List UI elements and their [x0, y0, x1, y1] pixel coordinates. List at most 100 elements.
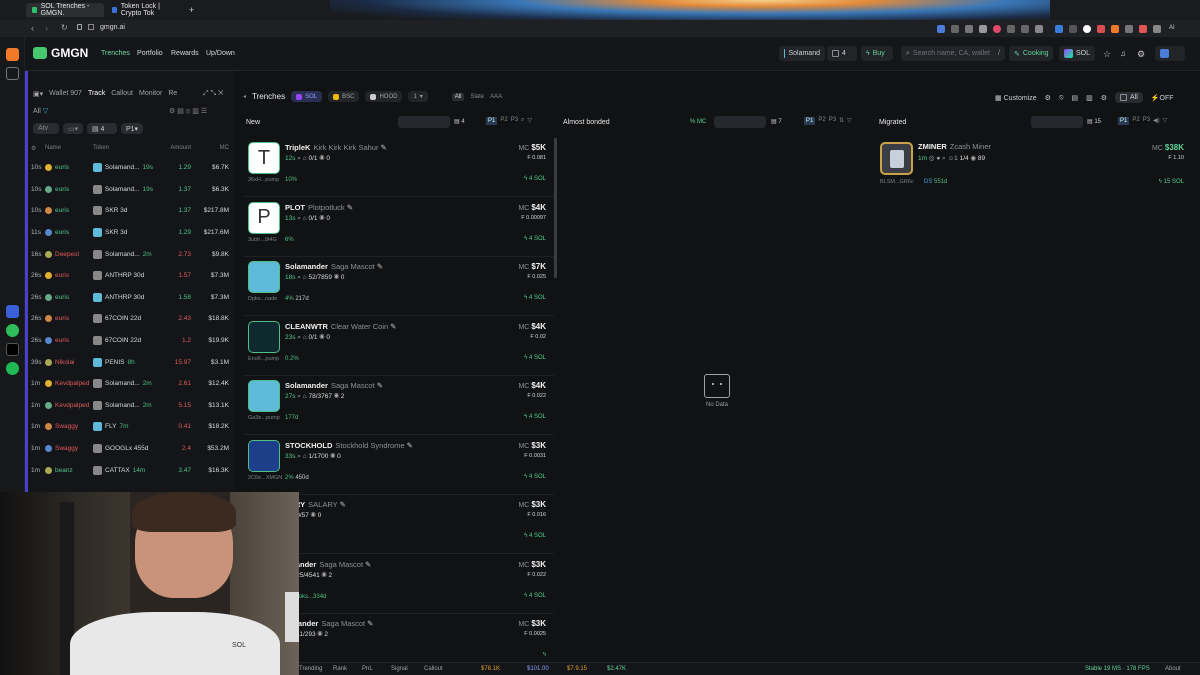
token-cell[interactable]: SKR 3d [93, 206, 153, 216]
tab-more[interactable]: Re [168, 90, 177, 98]
extension-icon[interactable] [1035, 25, 1043, 33]
wallet-name[interactable]: euris [45, 293, 93, 301]
edit-icon[interactable]: ✎ [380, 143, 386, 152]
token-card[interactable]: CLEANWTR Clear Water Coin ✎ 23s ⌕ ⌂ 0/1 ◉ 0… [244, 317, 554, 376]
trade-row[interactable]: 1m Swaggy GOOGLx 455d 2.4 $53.2M [25, 438, 235, 460]
edit-icon[interactable]: ✎ [377, 262, 383, 271]
trade-row[interactable]: 26s euris ANTHRP 30d 1.57 $7.3M [25, 265, 235, 287]
customize-button[interactable]: ▦ Customize [995, 94, 1037, 102]
filter-chip[interactable]: ▤ 4 [87, 123, 117, 134]
back-icon[interactable]: ‹ [31, 23, 34, 33]
token-address[interactable]: Eno6...pump [248, 356, 279, 362]
token-cell[interactable]: PENIS 8h [93, 357, 153, 367]
new-tab-icon[interactable]: + [189, 5, 194, 15]
settings-icon[interactable]: ⚙ [1045, 94, 1051, 102]
nav-updown[interactable]: Up/Down [206, 50, 235, 57]
search-icon[interactable]: ⌕ [521, 117, 524, 125]
token-address[interactable]: Dpks...nade [248, 296, 277, 302]
chain-hood[interactable]: HOOD [365, 91, 403, 102]
search-icon[interactable]: ⌕ [297, 215, 301, 222]
wallet-name[interactable]: euris [45, 164, 93, 172]
trade-row[interactable]: 26s euris 67COIN 22d 1.2 $19.9K [25, 330, 235, 352]
token-cell[interactable]: Solamand... 2m [93, 400, 153, 410]
token-cell[interactable]: CATTAX 14m [93, 465, 153, 475]
wallet-name[interactable]: euris [45, 185, 93, 193]
settings-icon[interactable]: ⚙ [1137, 49, 1145, 60]
tab-monitor[interactable]: Monitor [139, 90, 162, 98]
wallet-filter[interactable]: ▣▾ [33, 90, 43, 98]
token-address[interactable]: 3ubh...9t4G [248, 237, 277, 243]
edit-icon[interactable]: ✎ [365, 560, 371, 569]
quick-buy-button[interactable]: ϟ 4 SOL [524, 176, 546, 182]
wallet-name[interactable]: Deepest [45, 250, 93, 258]
new-search-input[interactable] [398, 116, 450, 128]
nav-trenches[interactable]: Trenches [101, 50, 130, 57]
count-select[interactable]: 1 ▾ [408, 91, 428, 102]
token-card[interactable]: Solamander Saga Mascot ✎ 18s ⌕ ⌂ 52/7859 ◉ … [244, 257, 554, 316]
filter-all[interactable]: All [451, 92, 465, 101]
extension-icon[interactable] [1139, 25, 1147, 33]
filter-icon[interactable]: ▽ [847, 117, 852, 125]
extension-icon[interactable] [937, 25, 945, 33]
tab-track[interactable]: Track [88, 90, 105, 98]
trade-row[interactable]: 10s euris Solamand... 19s 1.37 $6.3K [25, 179, 235, 201]
filter-chip[interactable]: ▭▾ [63, 123, 83, 134]
heart-icon[interactable] [993, 25, 1001, 33]
cooking-button[interactable]: ✎ Cooking [1009, 46, 1053, 61]
quick-buy-button[interactable]: ϟ 4 SOL [524, 236, 546, 242]
new-scrollbar[interactable] [554, 138, 557, 278]
token-cell[interactable]: Solamand... 2m [93, 379, 153, 389]
filter-icon[interactable]: ▽ [43, 108, 48, 115]
filter-icon[interactable]: ▽ [527, 117, 532, 125]
site-info-icon[interactable] [88, 24, 94, 30]
bottom-trending[interactable]: Trending [299, 666, 322, 672]
preset-p2[interactable]: P2 [1132, 117, 1139, 125]
bottom-pnl[interactable]: PnL [362, 666, 373, 672]
reload-icon[interactable]: ↻ [61, 23, 68, 32]
migrated-token-card[interactable]: ZMINER Zcash Miner 1m ◎ ● ⌕ ☺1 1/4 ◉ 89 B… [876, 138, 1188, 190]
trade-row[interactable]: 26s euris 67COIN 22d 2.43 $18.8K [25, 308, 235, 330]
messenger-icon[interactable] [6, 305, 19, 318]
preset-p1[interactable]: P1 [1118, 117, 1130, 125]
preset-p2[interactable]: P2 [500, 117, 507, 125]
quick-buy-button[interactable]: ϟ 4 SOL [524, 474, 546, 480]
off-toggle[interactable]: ⚡OFF [1151, 94, 1174, 102]
almost-search-input[interactable] [714, 116, 766, 128]
bottom-callout[interactable]: Callout [424, 666, 443, 672]
nav-rewards[interactable]: Rewards [171, 50, 199, 57]
token-address[interactable]: 36xH...pump [248, 177, 279, 183]
token-address[interactable]: BLSM...GR6c [880, 179, 914, 185]
tab-sol-trenches[interactable]: SOL Trenches - GMGN. [26, 3, 104, 17]
wallet-name[interactable]: euris [45, 315, 93, 323]
filter-chip[interactable]: Atv [33, 123, 59, 134]
search-icon[interactable]: ⌕ [297, 453, 301, 460]
buy-button[interactable]: ϟ Buy [861, 46, 893, 61]
preset-p3[interactable]: P3 [829, 117, 836, 125]
edit-icon[interactable]: ✎ [340, 500, 346, 509]
token-cell[interactable]: Solamand... 2m [93, 249, 153, 259]
wallet-name[interactable]: euris [45, 337, 93, 345]
preset-p3[interactable]: P3 [511, 117, 518, 125]
trade-row[interactable]: 1m Swaggy FLY 7m 0.41 $18.2K [25, 416, 235, 438]
edit-icon[interactable]: ✎ [347, 203, 353, 212]
wallet-count[interactable]: 4 [827, 46, 857, 61]
wallet-name[interactable]: Nikolai [45, 358, 93, 366]
forward-icon[interactable]: › [45, 23, 48, 33]
preset-p2[interactable]: P2 [818, 117, 825, 125]
trade-row[interactable]: 1m Kevdpalped Solamand... 2m 5.15 $13.1K [25, 395, 235, 417]
wallet-label[interactable]: Wallet 907 [49, 90, 82, 98]
nav-portfolio[interactable]: Portfolio [137, 50, 163, 57]
token-cell[interactable]: 67COIN 22d [93, 336, 153, 346]
whatsapp-icon[interactable] [6, 324, 19, 337]
filter-icon[interactable]: ▽ [1163, 117, 1168, 125]
star-icon[interactable]: ☆ [1103, 49, 1111, 60]
edit-icon[interactable]: ✎ [407, 441, 413, 450]
search-icon[interactable]: ⌕ [297, 334, 301, 341]
token-card[interactable]: T TripleK Kirk Kirk Kirk Sahur ✎ 12s ⌕ ⌂ 0/1… [244, 138, 554, 197]
wallet-name[interactable]: euris [45, 229, 93, 237]
trade-row[interactable]: 16s Deepest Solamand... 2m 2.73 $9.8K [25, 243, 235, 265]
new-quick-amount[interactable]: ▤ 4 [454, 118, 465, 125]
quick-buy-button[interactable]: ϟ 4 SOL [524, 295, 546, 301]
settings-icon[interactable]: ⚙ [25, 145, 45, 152]
token-cell[interactable]: FLY 7m [93, 422, 153, 432]
